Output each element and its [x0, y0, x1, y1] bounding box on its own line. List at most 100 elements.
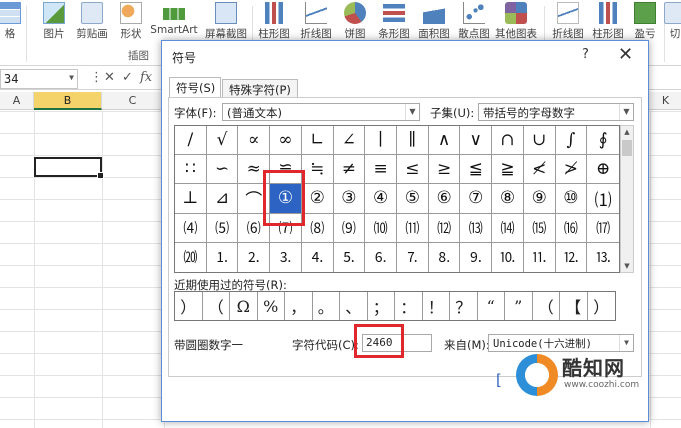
column-header-k[interactable]: K [650, 92, 681, 110]
symbol-cell[interactable]: ∷ [175, 155, 207, 185]
symbol-cell[interactable]: ⑾ [396, 213, 429, 243]
name-box[interactable]: 34 ▼ [0, 69, 78, 89]
symbol-cell[interactable]: ⑴ [587, 184, 619, 214]
active-cell[interactable] [34, 157, 104, 179]
symbol-cell[interactable]: ∠ [333, 126, 366, 156]
recent-symbol-cell[interactable]: % [258, 292, 285, 320]
symbol-cell[interactable]: ⒒ [524, 242, 556, 272]
table-button[interactable]: 格 [0, 0, 21, 46]
symbol-cell[interactable]: ⒄ [587, 214, 619, 243]
slicer-button[interactable]: 切 [664, 0, 681, 46]
symbol-cell[interactable]: ≧ [492, 155, 524, 185]
symbol-cell[interactable]: ⒈ [207, 242, 239, 272]
symbol-cell[interactable]: ≮ [523, 155, 556, 185]
recent-symbol-cell[interactable]: ！ [423, 292, 450, 320]
symbol-cell[interactable]: ∨ [460, 126, 493, 156]
symbol-grid-scrollbar[interactable]: ▲ ▼ [620, 125, 634, 273]
symbol-cell[interactable]: ≤ [396, 155, 429, 185]
symbol-cell[interactable]: ≒ [301, 155, 334, 185]
help-button[interactable]: ? [582, 47, 589, 62]
symbol-cell[interactable]: ⊿ [206, 184, 239, 214]
symbol-cell[interactable]: ⒃ [555, 213, 588, 243]
symbol-cell[interactable]: ∩ [492, 126, 524, 156]
symbol-cell[interactable]: ④ [365, 184, 397, 214]
chevron-down-icon[interactable]: ▼ [619, 104, 633, 120]
symbol-cell[interactable]: ⒑ [492, 242, 524, 272]
symbol-cell[interactable]: ⑿ [428, 213, 461, 243]
chevron-down-icon[interactable]: ▼ [405, 104, 419, 120]
chevron-down-icon[interactable]: ▼ [621, 260, 633, 272]
symbol-cell[interactable]: ⒊ [270, 242, 302, 272]
enter-icon[interactable]: ✓ [122, 70, 133, 85]
symbol-cell[interactable]: ⑥ [428, 184, 461, 214]
symbol-cell[interactable]: ⑦ [460, 184, 493, 214]
symbol-cell[interactable]: ∝ [238, 126, 271, 156]
symbol-cell[interactable]: ⑻ [301, 213, 334, 243]
symbol-cell[interactable]: / [175, 126, 207, 156]
symbol-cell[interactable]: ⒋ [302, 242, 334, 272]
symbol-cell[interactable]: ∽ [206, 155, 239, 185]
symbol-cell[interactable]: ③ [333, 184, 366, 214]
symbol-cell[interactable]: ∥ [396, 126, 429, 156]
symbol-cell[interactable]: ⒍ [365, 242, 397, 272]
subset-select[interactable]: 带括号的字母数字 ▼ [478, 103, 634, 121]
symbol-cell[interactable]: ≯ [555, 155, 588, 185]
symbol-cell[interactable]: ⒀ [460, 213, 493, 243]
symbol-cell[interactable]: ≥ [428, 155, 461, 185]
chevron-down-icon[interactable]: ▼ [69, 73, 74, 82]
scrollbar-thumb[interactable] [622, 140, 632, 156]
symbol-cell[interactable]: ⒓ [556, 242, 588, 272]
symbol-cell[interactable]: ∫ [555, 126, 588, 156]
recent-symbol-cell[interactable]: ， [285, 292, 313, 320]
symbol-cell[interactable]: ⑧ [492, 184, 524, 214]
symbol-cell[interactable]: ⒐ [460, 242, 493, 272]
symbol-cell[interactable]: ∞ [270, 126, 302, 156]
symbol-cell[interactable]: ∮ [587, 126, 619, 156]
symbol-cell[interactable]: ⑤ [396, 184, 429, 214]
symbol-cell[interactable]: ∪ [523, 126, 556, 156]
tab-special-characters[interactable]: 特殊字符(P) [222, 79, 298, 97]
recent-symbol-cell[interactable]: 。 [313, 292, 340, 320]
symbol-cell[interactable]: ⑸ [206, 213, 239, 243]
picture-button[interactable]: 图片 [34, 0, 74, 46]
symbol-cell[interactable]: ⒎ [397, 242, 429, 272]
recent-symbol-cell[interactable]: ； [368, 292, 395, 320]
column-header-c[interactable]: C [102, 92, 164, 110]
column-header-b[interactable]: B [34, 92, 102, 110]
tab-symbols[interactable]: 符号(S) [169, 77, 221, 97]
recent-symbol-cell[interactable]: （ [203, 292, 230, 320]
symbol-cell[interactable]: ≦ [460, 155, 493, 185]
symbol-cell[interactable]: √ [206, 126, 239, 156]
recent-symbol-cell[interactable]: ： [395, 292, 423, 320]
recent-symbol-cell[interactable]: ） [175, 292, 203, 320]
cancel-icon[interactable]: ✕ [104, 70, 115, 85]
symbol-cell[interactable]: ⒁ [492, 213, 524, 243]
recent-symbol-cell[interactable]: ？ [450, 292, 478, 320]
symbol-cell[interactable]: ⊕ [587, 155, 619, 185]
font-select[interactable]: (普通文本) ▼ [222, 103, 420, 121]
symbol-cell[interactable]: ⑷ [175, 213, 207, 243]
recent-symbol-cell[interactable]: Ω [230, 292, 258, 320]
symbol-cell[interactable]: ⊥ [175, 184, 207, 214]
column-header-a[interactable]: A [0, 92, 34, 110]
recent-symbol-cell[interactable]: 、 [340, 292, 368, 320]
close-button[interactable]: ✕ [618, 44, 633, 65]
recent-symbol-cell[interactable]: ） [588, 292, 616, 320]
shapes-button[interactable]: 形状 [114, 0, 148, 46]
clipart-button[interactable]: 剪贴画 [70, 0, 114, 46]
symbol-cell[interactable]: ⑽ [365, 213, 397, 243]
recent-symbol-cell[interactable]: （ [533, 292, 560, 320]
symbol-cell[interactable]: ∟ [301, 126, 334, 156]
insert-function-icon[interactable]: fx [140, 70, 152, 85]
symbol-cell[interactable]: ∣ [365, 126, 397, 156]
symbol-cell[interactable]: ② [301, 184, 334, 214]
symbol-cell[interactable]: ≡ [365, 155, 397, 185]
symbol-cell[interactable]: ≠ [333, 155, 366, 185]
insert-button-edge[interactable]: [ [496, 371, 502, 389]
symbol-cell[interactable]: ⑼ [333, 213, 366, 243]
recent-symbol-cell[interactable]: 【 [560, 292, 588, 320]
chevron-up-icon[interactable]: ▲ [621, 126, 633, 138]
symbol-cell[interactable]: ⒌ [334, 242, 366, 272]
symbol-cell[interactable]: ⒔ [587, 243, 619, 272]
symbol-cell[interactable]: ⑩ [555, 184, 588, 214]
